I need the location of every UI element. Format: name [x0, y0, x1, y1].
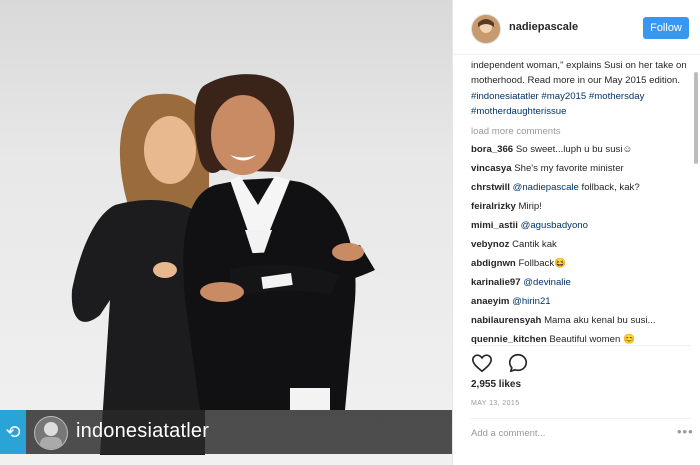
comment-text: follback, kak?	[578, 182, 640, 194]
comment-text: Mama aku kenal bu susi...	[544, 315, 656, 327]
comment-mention[interactable]: @devinalie	[523, 277, 571, 288]
comment-username[interactable]: mimi_astii	[471, 220, 518, 231]
add-comment-input[interactable]: Add a comment...	[471, 428, 545, 439]
comment-username[interactable]: bora_366	[471, 144, 513, 155]
comment-text: Follback😆	[518, 258, 567, 270]
load-more-comments-link[interactable]: load more comments	[471, 124, 693, 139]
comment-item: vebynoz Cantik kak	[471, 235, 693, 254]
hashtag-link[interactable]: #mothersday	[589, 91, 644, 102]
comment-item: anaeyim @hirin21	[471, 292, 693, 311]
heart-icon[interactable]	[471, 352, 493, 374]
post-caption: independent woman," explains Susi on her…	[471, 58, 693, 120]
comment-mention[interactable]: @agusbadyono	[521, 220, 588, 231]
comment-item: karinalie97 @devinalie	[471, 273, 693, 292]
hashtag-link[interactable]: #may2015	[541, 91, 586, 102]
comment-username[interactable]: vincasya	[471, 163, 512, 174]
photo-illustration	[71, 74, 375, 455]
comment-username[interactable]: feiralrizky	[471, 201, 516, 212]
comment-item: vincasya She's my favorite minister	[471, 159, 693, 178]
post-header: nadiepascale Follow	[453, 0, 700, 55]
comment-username[interactable]: anaeyim	[471, 296, 509, 307]
comment-item: feiralrizky Mirip!	[471, 197, 693, 216]
post-date: MAY 13, 2015	[471, 400, 520, 407]
comment-item: nabilaurensyah Mama aku kenal bu susi...	[471, 311, 693, 330]
comment-item: mimi_astii @agusbadyono	[471, 216, 693, 235]
comment-username[interactable]: abdignwn	[471, 258, 516, 269]
comment-text: So sweet...luph u bu susi☺	[515, 144, 633, 156]
post-side-panel: nadiepascale Follow independent woman," …	[452, 0, 700, 465]
comment-text: Mirip!	[518, 201, 542, 213]
hashtag-link[interactable]: #indonesiatatler	[471, 91, 539, 102]
divider	[471, 345, 691, 346]
comment-item: bora_366 So sweet...luph u bu susi☺	[471, 140, 693, 159]
comment-username[interactable]: chrstwill	[471, 182, 510, 193]
post-photo[interactable]: ⟲ indonesiatatler	[0, 0, 452, 465]
post-actions	[471, 352, 539, 374]
comment-mention[interactable]: @nadiepascale	[513, 182, 579, 193]
likes-count[interactable]: 2,955 likes	[471, 379, 521, 390]
comment-mention[interactable]: @hirin21	[512, 296, 551, 307]
comment-text: Cantik kak	[512, 239, 557, 251]
avatar[interactable]	[471, 14, 501, 44]
comment-item: abdignwn Follback😆	[471, 254, 693, 273]
post-username[interactable]: nadiepascale	[509, 21, 578, 33]
comments-scrollbar[interactable]	[694, 72, 698, 164]
repost-icon: ⟲	[0, 410, 26, 454]
comment-text: She's my favorite minister	[514, 163, 624, 175]
comment-icon[interactable]	[507, 352, 529, 374]
comment-username[interactable]: vebynoz	[471, 239, 509, 250]
comment-username[interactable]: nabilaurensyah	[471, 315, 541, 326]
repost-bar: ⟲ indonesiatatler	[0, 410, 452, 454]
more-options-icon[interactable]: •••	[677, 424, 694, 439]
comment-text: Beautiful women 😊	[549, 334, 635, 346]
comment-username[interactable]: quennie_kitchen	[471, 334, 547, 345]
comment-item: chrstwill @nadiepascale follback, kak?	[471, 178, 693, 197]
repost-username: indonesiatatler	[76, 420, 210, 442]
caption-text: independent woman," explains Susi on her…	[471, 60, 687, 87]
hashtag-link[interactable]: #motherdaughterissue	[471, 106, 566, 117]
repost-avatar	[34, 416, 68, 450]
divider	[471, 418, 691, 419]
follow-button[interactable]: Follow	[643, 17, 689, 39]
comment-username[interactable]: karinalie97	[471, 277, 521, 288]
comments-area[interactable]: independent woman," explains Susi on her…	[471, 58, 693, 348]
